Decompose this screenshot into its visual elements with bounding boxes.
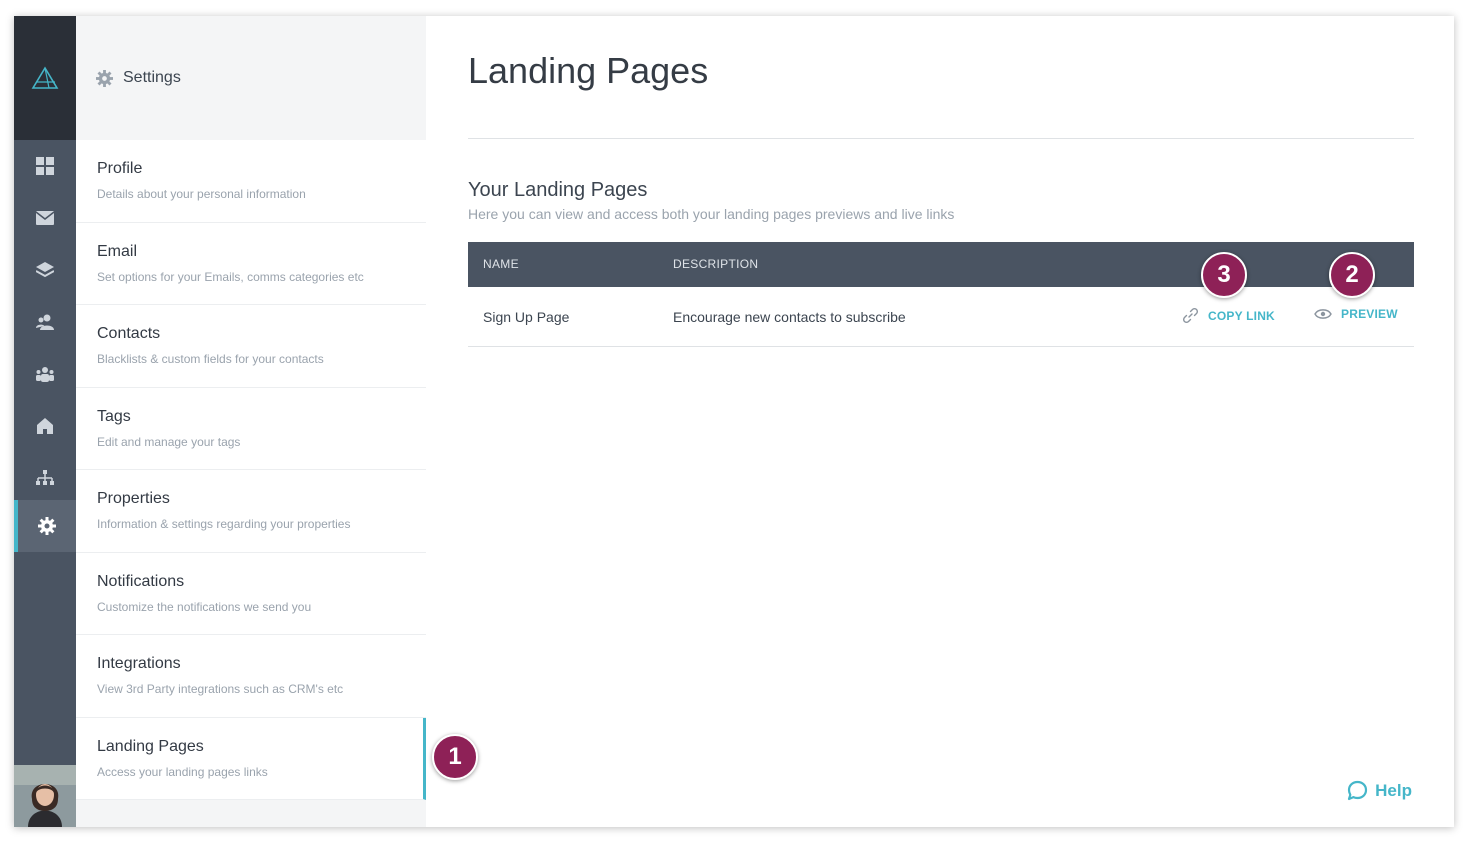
link-icon: [1182, 307, 1199, 324]
settings-header: Settings: [76, 16, 426, 140]
rail-dashboard[interactable]: [14, 140, 76, 192]
mail-icon: [36, 211, 54, 225]
logo[interactable]: [14, 16, 76, 140]
menu-item-integrations[interactable]: Integrations View 3rd Party integrations…: [76, 635, 426, 718]
settings-gear-icon: [38, 517, 56, 535]
gear-icon: [96, 69, 113, 87]
settings-title: Settings: [123, 69, 181, 86]
menu-item-landing-pages[interactable]: Landing Pages Access your landing pages …: [76, 717, 426, 800]
settings-menu: Profile Details about your personal info…: [76, 140, 426, 800]
callout-badge-1: 1: [432, 734, 478, 780]
settings-sidebar: Settings Profile Details about your pers…: [76, 16, 426, 827]
avatar[interactable]: [14, 765, 76, 827]
menu-item-label: Notifications: [97, 572, 185, 590]
menu-item-label: Profile: [97, 160, 143, 177]
help-button[interactable]: Help: [1347, 780, 1412, 801]
column-header-name: NAME: [483, 257, 519, 271]
column-header-description: DESCRIPTION: [673, 257, 759, 271]
page-title: Landing Pages: [468, 50, 709, 91]
preview-label: PREVIEW: [1341, 307, 1398, 321]
menu-item-label: Email: [97, 242, 138, 260]
section-title: Your Landing Pages: [468, 179, 648, 201]
rail-sitemap[interactable]: [14, 452, 76, 504]
logo-icon: [31, 66, 59, 89]
team-icon: [36, 367, 54, 382]
menu-item-label: Tags: [97, 407, 131, 425]
menu-item-desc: Details about your personal information: [97, 187, 306, 201]
callout-badge-2: 2: [1329, 252, 1375, 298]
sitemap-icon: [36, 470, 54, 485]
help-label: Help: [1375, 780, 1412, 800]
menu-item-label: Properties: [97, 490, 170, 507]
rail-contacts[interactable]: [14, 296, 76, 348]
copy-link-button[interactable]: COPY LINK: [1182, 307, 1275, 324]
app-window: Settings Profile Details about your pers…: [14, 16, 1454, 827]
layers-icon: [36, 262, 54, 278]
menu-item-contacts[interactable]: Contacts Blacklists & custom fields for …: [76, 305, 426, 388]
menu-item-properties[interactable]: Properties Information & settings regard…: [76, 470, 426, 553]
eye-icon: [1314, 309, 1332, 319]
row-description: Encourage new contacts to subscribe: [673, 309, 906, 325]
menu-item-desc: Access your landing pages links: [97, 764, 268, 779]
title-divider: [468, 138, 1414, 139]
landing-pages-table: NAME DESCRIPTION Sign Up Page Encourage …: [468, 242, 1414, 347]
section-subtitle: Here you can view and access both your l…: [468, 206, 955, 222]
menu-item-email[interactable]: Email Set options for your Emails, comms…: [76, 222, 426, 305]
menu-item-desc: Blacklists & custom fields for your cont…: [97, 352, 324, 366]
user-avatar-icon: [14, 765, 76, 827]
menu-item-notifications[interactable]: Notifications Customize the notification…: [76, 552, 426, 635]
menu-item-desc: Edit and manage your tags: [97, 434, 241, 449]
rail-team[interactable]: [14, 348, 76, 400]
preview-button[interactable]: PREVIEW: [1314, 307, 1398, 321]
menu-item-label: Integrations: [97, 655, 181, 672]
menu-item-profile[interactable]: Profile Details about your personal info…: [76, 140, 426, 223]
chat-bubble-icon: [1348, 780, 1368, 801]
menu-item-label: Landing Pages: [97, 737, 204, 755]
rail-home[interactable]: [14, 400, 76, 452]
icon-rail: [14, 16, 76, 827]
menu-item-label: Contacts: [97, 325, 161, 342]
menu-item-desc: Information & settings regarding your pr…: [97, 517, 351, 531]
menu-item-tags[interactable]: Tags Edit and manage your tags: [76, 387, 426, 470]
menu-item-desc: Set options for your Emails, comms categ…: [97, 269, 364, 284]
row-name: Sign Up Page: [483, 309, 570, 325]
menu-item-desc: View 3rd Party integrations such as CRM'…: [97, 682, 344, 696]
copy-link-label: COPY LINK: [1208, 308, 1275, 323]
main-content: Landing Pages Your Landing Pages Here yo…: [426, 16, 1454, 827]
callout-badge-3: 3: [1201, 252, 1247, 298]
table-header: NAME DESCRIPTION: [468, 242, 1414, 287]
rail-mail[interactable]: [14, 192, 76, 244]
contacts-icon: [36, 314, 54, 330]
dashboard-icon: [36, 157, 54, 175]
menu-item-desc: Customize the notifications we send you: [97, 599, 312, 614]
table-row: Sign Up Page Encourage new contacts to s…: [468, 287, 1414, 347]
rail-settings[interactable]: [14, 500, 76, 552]
home-icon: [37, 418, 53, 434]
rail-layers[interactable]: [14, 244, 76, 296]
